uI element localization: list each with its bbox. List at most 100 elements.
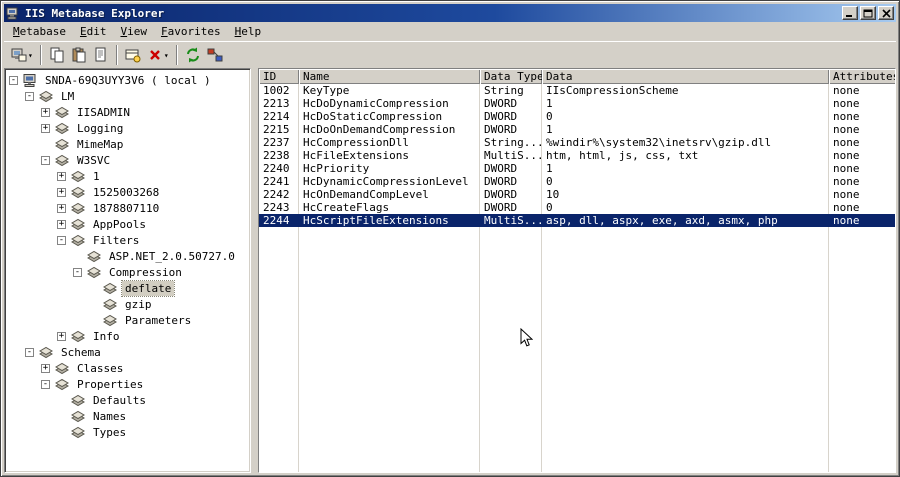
cell-name: HcDynamicCompressionLevel: [303, 175, 469, 188]
app-icon: [6, 6, 22, 20]
column-header-attributes[interactable]: Attributes: [829, 69, 895, 84]
close-button[interactable]: [878, 6, 894, 20]
computer-icon: [22, 73, 38, 87]
dropdown-arrow-icon[interactable]: ▾: [28, 51, 33, 60]
collapse-toggle-icon[interactable]: -: [57, 235, 66, 245]
table-row-2215[interactable]: 2215 HcDoOnDemandCompression DWORD 1 none: [259, 123, 895, 136]
tree-item-label: Filters: [93, 233, 140, 247]
tree-item-gzip[interactable]: gzip: [7, 296, 250, 312]
tree-item-names[interactable]: Names: [7, 408, 250, 424]
tree-item-mimemap[interactable]: MimeMap: [7, 136, 250, 152]
metabase-key-icon: [102, 282, 118, 295]
metabase-key-icon: [70, 234, 86, 247]
collapse-toggle-icon[interactable]: -: [9, 75, 18, 85]
refresh-button[interactable]: [182, 44, 204, 66]
column-header-name[interactable]: Name: [299, 69, 480, 84]
table-row-2237[interactable]: 2237 HcCompressionDll String... %windir%\sy…: [259, 136, 895, 149]
cell-name: HcOnDemandCompLevel: [303, 188, 429, 201]
menu-item-metabase[interactable]: Metabase: [6, 23, 73, 40]
column-header-id[interactable]: ID: [259, 69, 299, 84]
collapse-toggle-icon[interactable]: -: [41, 155, 50, 165]
maximize-button[interactable]: [860, 6, 876, 20]
tree-item-label: IISADMIN: [77, 105, 130, 119]
scope-button[interactable]: ▾: [8, 44, 36, 66]
table-row-2213[interactable]: 2213 HcDoDynamicCompression DWORD 1 none: [259, 97, 895, 110]
column-header-data-type[interactable]: Data Type: [480, 69, 542, 84]
cell-id: 2242: [263, 188, 290, 201]
table-row-2241[interactable]: 2241 HcDynamicCompressionLevel DWORD 0 none: [259, 175, 895, 188]
expand-toggle-icon[interactable]: +: [57, 219, 66, 229]
tree-item-schema[interactable]: - Schema: [7, 344, 250, 360]
tree-item-1[interactable]: +1: [7, 168, 250, 184]
table-body: 1002 KeyType String IIsCompressionScheme non…: [259, 84, 895, 472]
menu-item-favorites[interactable]: Favorites: [154, 23, 228, 40]
tree-item-asp-net-2-0-50727-0[interactable]: ASP.NET_2.0.50727.0: [7, 248, 250, 264]
expand-toggle-icon[interactable]: +: [41, 123, 50, 133]
expand-toggle-icon[interactable]: +: [57, 171, 66, 181]
cell-data: 1: [546, 97, 553, 110]
column-header-data[interactable]: Data: [542, 69, 829, 84]
expand-toggle-icon[interactable]: +: [41, 107, 50, 117]
paste-button[interactable]: [68, 44, 90, 66]
tree-item-defaults[interactable]: Defaults: [7, 392, 250, 408]
toolbar-separator: [39, 45, 42, 65]
table-row-2214[interactable]: 2214 HcDoStaticCompression DWORD 0 none: [259, 110, 895, 123]
menu-item-view[interactable]: View: [113, 23, 154, 40]
collapse-toggle-icon[interactable]: -: [73, 267, 82, 277]
tree-item-lm[interactable]: - LM: [7, 88, 250, 104]
tree-item-label: 1878807110: [93, 201, 160, 215]
tree-item-classes[interactable]: + Classes: [7, 360, 250, 376]
expand-toggle-icon[interactable]: +: [57, 203, 66, 213]
tree-item-compression[interactable]: - Compression: [7, 264, 250, 280]
expand-toggle-icon[interactable]: +: [41, 363, 50, 373]
page-button[interactable]: [90, 44, 112, 66]
cell-name: HcPriority: [303, 162, 370, 175]
table-row-2243[interactable]: 2243 HcCreateFlags DWORD 0 none: [259, 201, 895, 214]
maximize-icon: [863, 9, 873, 17]
tree-item-parameters[interactable]: Parameters: [7, 312, 250, 328]
tree-item-label: AppPools: [93, 217, 146, 231]
menu-item-help[interactable]: Help: [228, 23, 269, 40]
cell-attributes: none: [833, 84, 860, 97]
tree-item-label: LM: [61, 89, 75, 103]
tree-item-label: Defaults: [93, 393, 146, 407]
metabase-key-icon: [54, 106, 70, 119]
tree-item-filters[interactable]: - Filters: [7, 232, 250, 248]
dropdown-arrow-icon[interactable]: ▾: [164, 51, 169, 60]
tree-item-deflate[interactable]: deflate: [7, 279, 250, 297]
cell-name: HcDoDynamicCompression: [303, 97, 449, 110]
table-row-2240[interactable]: 2240 HcPriority DWORD 1 none: [259, 162, 895, 175]
cell-data: 0: [546, 110, 553, 123]
delete-button[interactable]: ▾: [144, 44, 172, 66]
toolbar: ▾ ▾: [4, 41, 896, 68]
expand-toggle-icon[interactable]: +: [57, 187, 66, 197]
collapse-toggle-icon[interactable]: -: [25, 347, 34, 357]
metabase-key-icon: [70, 426, 86, 439]
collapse-toggle-icon[interactable]: -: [41, 379, 50, 389]
expand-toggle-icon[interactable]: +: [57, 331, 66, 341]
new-record-button[interactable]: [122, 44, 144, 66]
table-row-1002[interactable]: 1002 KeyType String IIsCompressionScheme non…: [259, 84, 895, 97]
tree-item-info[interactable]: + Info: [7, 328, 250, 344]
tree-item-apppools[interactable]: + AppPools: [7, 216, 250, 232]
minimize-button[interactable]: [842, 6, 858, 20]
tree-item-1525003268[interactable]: +1525003268: [7, 184, 250, 200]
table-row-2244[interactable]: 2244 HcScriptFileExtensions MultiS... asp, …: [259, 214, 895, 227]
tree-item-1878807110[interactable]: +1878807110: [7, 200, 250, 216]
network-button[interactable]: [204, 44, 226, 66]
table-row-2242[interactable]: 2242 HcOnDemandCompLevel DWORD 10 none: [259, 188, 895, 201]
splitter[interactable]: [251, 68, 258, 473]
table-row-2238[interactable]: 2238 HcFileExtensions MultiS... htm, html, …: [259, 149, 895, 162]
menu-item-edit[interactable]: Edit: [73, 23, 114, 40]
close-icon: [881, 8, 891, 18]
refresh-icon: [185, 47, 201, 63]
copy-button[interactable]: [46, 44, 68, 66]
tree-item-iisadmin[interactable]: + IISADMIN: [7, 104, 250, 120]
tree-item-logging[interactable]: + Logging: [7, 120, 250, 136]
title-bar[interactable]: IIS Metabase Explorer: [4, 4, 896, 22]
tree-item-snda-69q3uyy3v6-local[interactable]: - SNDA-69Q3UYY3V6 ( local ): [7, 72, 250, 88]
tree-item-w3svc[interactable]: - W3SVC: [7, 152, 250, 168]
tree-item-properties[interactable]: - Properties: [7, 376, 250, 392]
tree-item-types[interactable]: Types: [7, 424, 250, 440]
collapse-toggle-icon[interactable]: -: [25, 91, 34, 101]
